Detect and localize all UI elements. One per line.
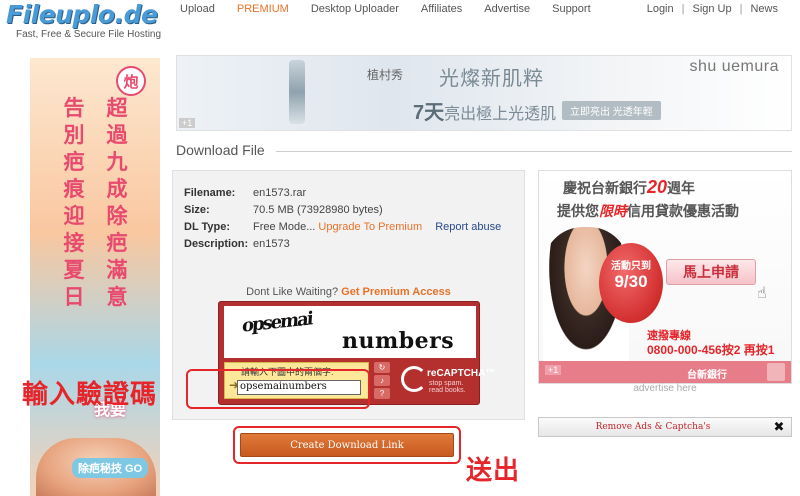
ad-product-image [289,60,305,124]
left-banner-ad[interactable]: 炮 告別疤痕迎接夏日 超過九成除疤滿意 我要 除疤秘技 GO [30,58,160,496]
ad-slogan-2: 7天亮出極上光透肌 [413,96,556,125]
ad-headline-2: 提供您限時信用貸款優惠活動 [557,201,739,221]
ad-logo-icon [767,363,785,381]
info-row-dltype: DL Type: Free Mode... Upgrade To Premium… [184,218,501,235]
info-row-description: Description: en1573 [184,235,501,252]
info-label: DL Type: [184,220,231,233]
site-tagline: Fast, Free & Secure File Hosting [16,29,162,40]
ad-headline-1-num: 20 [647,177,668,197]
annotation-box-captcha [186,369,370,409]
top-nav: Upload PREMIUM Desktop Uploader Affiliat… [180,3,613,15]
captcha-word-1: opsemai [241,308,313,337]
ad-headline-1-suffix: 週年 [667,180,696,196]
remove-ads-bar[interactable]: Remove Ads & Captcha's ✖ [538,417,792,437]
top-banner-ad[interactable]: 植村秀 光燦新肌粹 7天亮出極上光透肌 立即亮出 光透年輕 shu uemura… [176,55,792,131]
recaptcha-brand: reCAPTCHA™ [427,368,496,379]
info-label: Filename: [184,186,236,199]
balloon-text-2: 9/30 [614,272,648,291]
nav-premium[interactable]: PREMIUM [237,3,289,15]
nav-separator: | [681,3,685,15]
captcha-controls: ↻ ♪ ? [374,362,392,401]
info-row-filename: Filename: en1573.rar [184,184,501,201]
nav-support[interactable]: Support [552,3,591,15]
ad-headline-2-suffix: 信用貸款優惠活動 [627,203,739,219]
close-icon[interactable]: ✖ [767,419,791,435]
filename-value: en1573.rar [253,186,307,199]
ad-balloon: 活動只到 9/30 [599,243,663,323]
ad-vertical-text-2: 超過九成除疤滿意 [106,96,128,309]
recaptcha-ring-icon [401,366,427,392]
recaptcha-sub: stop spam. read books. [429,380,466,394]
premium-promo: Dont Like Waiting? Get Premium Access [173,286,524,298]
ad-footer: +1 台新銀行 [539,361,791,383]
get-premium-link[interactable]: Get Premium Access [341,286,451,298]
size-value: 70.5 MB (73928980 bytes) [253,203,383,216]
user-nav: Login | Sign Up | News [647,3,778,15]
info-label: Description: [184,237,249,250]
site-logo[interactable]: Fileuplo.de Fast, Free & Secure File Hos… [6,2,176,42]
ad-seal-icon: 炮 [116,66,146,96]
remove-ads-link[interactable]: Remove Ads & Captcha's [539,422,767,432]
nav-affiliates[interactable]: Affiliates [421,3,462,15]
ad-plus-one-button[interactable]: +1 [545,365,562,375]
recaptcha-sub-2: read books. [429,387,466,394]
info-row-size: Size: 70.5 MB (73928980 bytes) [184,201,501,218]
refresh-icon[interactable]: ↻ [374,362,390,373]
nav-separator: | [739,3,743,15]
login-link[interactable]: Login [647,3,674,15]
annotation-box-submit [233,426,461,464]
signup-link[interactable]: Sign Up [692,3,731,15]
waiting-text: Dont Like Waiting? [246,286,339,298]
ad-cta-button[interactable]: 立即亮出 光透年輕 [562,101,661,120]
captcha-word-2: numbers [342,328,455,354]
ad-slogan-2-suffix: 亮出極上光透肌 [444,106,557,123]
news-link[interactable]: News [750,3,778,15]
ad-headline-1: 慶祝台新銀行20週年 [563,177,695,198]
report-abuse-link[interactable]: Report abuse [435,221,501,233]
upgrade-premium-link[interactable]: Upgrade To Premium [318,221,422,233]
dltype-text: Free Mode... [253,220,316,233]
help-icon[interactable]: ? [374,388,390,399]
ad-apply-button[interactable]: 馬上申請 [666,259,756,285]
heading-divider [276,151,792,152]
hand-cursor-icon: ☝ [757,285,767,302]
nav-upload[interactable]: Upload [180,3,215,15]
annotation-label-submit: 送出 [466,456,521,486]
ad-headline-2-prefix: 提供您 [557,203,599,219]
file-info-table: Filename: en1573.rar Size: 70.5 MB (7392… [184,184,501,252]
annotation-label-captcha: 輸入驗證碼 [22,380,158,410]
ad-go-button[interactable]: 除疤秘技 GO [72,458,149,478]
ad-slogan-2-prefix: 7天 [413,102,445,124]
ad-phone-number: 0800-000-456按2 再按1 [647,343,775,357]
ad-brand: shu uemura [689,58,779,75]
right-banner-ad[interactable]: 慶祝台新銀行20週年 提供您限時信用貸款優惠活動 活動只到 9/30 馬上申請 … [538,170,792,384]
balloon-text-1: 活動只到 [611,261,651,272]
ad-bank-name: 台新銀行 [687,370,727,381]
ad-headline-2-red: 限時 [599,203,627,219]
captcha-image: opsemai numbers [224,306,476,358]
ad-plus-one-button[interactable]: +1 [179,118,196,128]
info-label: Size: [184,203,210,216]
nav-advertise[interactable]: Advertise [484,3,530,15]
logo-text: Fileuplo.de [6,0,158,29]
advertise-here-label[interactable]: advertise here [538,383,792,394]
recaptcha-sub-1: stop spam. [429,380,464,387]
ad-vertical-text-1: 告別疤痕迎接夏日 [63,96,85,309]
ad-brand-cn: 植村秀 [367,68,404,82]
page-title: Download File [176,142,265,158]
audio-icon[interactable]: ♪ [374,375,390,386]
nav-desktop-uploader[interactable]: Desktop Uploader [311,3,399,15]
ad-headline-1-prefix: 慶祝台新銀行 [563,180,647,196]
description-value: en1573 [253,237,290,250]
ad-slogan: 光燦新肌粹 [439,68,544,90]
dltype-value: Free Mode... Upgrade To Premium Report a… [253,221,501,233]
